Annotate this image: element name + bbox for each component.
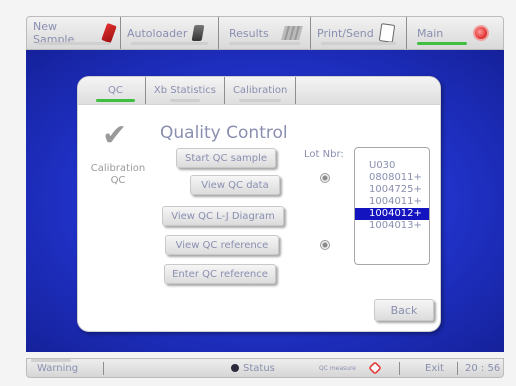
lot-radio-2[interactable] [320, 240, 330, 250]
view-qc-lj-diagram-button[interactable]: View QC L-J Diagram [162, 206, 284, 226]
nav-indicator [37, 42, 110, 45]
sample-tube-icon [101, 22, 117, 44]
nav-indicator-active [417, 42, 467, 45]
qc-measure-label: QC measure [319, 364, 356, 372]
tab-xb-statistics-label: Xb Statistics [153, 85, 216, 96]
nav-print-send[interactable]: Print/Send [311, 17, 407, 49]
tab-indicator-active [96, 99, 135, 102]
list-item[interactable]: U030 [355, 160, 429, 172]
tab-calibration[interactable]: Calibration [225, 77, 297, 104]
tab-calibration-label: Calibration [232, 85, 288, 96]
main-stop-icon [473, 25, 490, 41]
exit-button[interactable]: Exit [425, 359, 444, 377]
list-item[interactable]: 1004725+ [355, 184, 429, 196]
nav-autoloader-label: Autoloader [127, 26, 188, 40]
exit-label: Exit [425, 362, 444, 374]
nav-new-sample[interactable]: New Sample [27, 17, 121, 49]
divider [103, 362, 104, 375]
tab-indicator [169, 99, 200, 102]
section-label: Calibration QC [86, 163, 150, 187]
autoloader-icon [191, 25, 205, 41]
checkmark-icon: ✔ [102, 118, 128, 153]
nav-results[interactable]: Results [219, 17, 311, 49]
list-item[interactable]: 1004013+ [355, 220, 429, 232]
stop-button[interactable] [368, 359, 382, 377]
results-icon [280, 26, 303, 40]
warning-label: Warning [37, 362, 79, 374]
page-title: Quality Control [160, 123, 288, 143]
tab-qc-label: QC [108, 85, 123, 96]
divider [457, 362, 458, 375]
enter-qc-reference-button[interactable]: Enter QC reference [164, 264, 276, 284]
lot-number-label: Lot Nbr: [304, 149, 344, 160]
lot-radio-1[interactable] [320, 173, 330, 183]
clock: 20 : 56 [465, 359, 500, 377]
list-item-selected[interactable]: 1004012+ [355, 208, 429, 220]
section-label-line2: QC [110, 175, 126, 186]
divider [399, 362, 400, 375]
nav-main-label: Main [417, 26, 444, 40]
status-button[interactable]: Status [231, 359, 275, 377]
nav-indicator [321, 42, 396, 45]
top-navigation: New Sample Autoloader Results Print/Send… [26, 16, 504, 50]
qc-panel: QC Xb Statistics Calibration ✔ Calibrati… [77, 76, 441, 332]
nav-indicator [131, 42, 208, 45]
print-icon [378, 23, 395, 43]
start-qc-sample-button[interactable]: Start QC sample [176, 148, 276, 168]
view-qc-reference-button[interactable]: View QC reference [165, 235, 279, 255]
status-bar: Warning Status QC measure Exit 20 : 56 [26, 358, 504, 378]
nav-print-send-label: Print/Send [317, 26, 374, 40]
nav-results-label: Results [229, 26, 269, 40]
tab-xb-statistics[interactable]: Xb Statistics [146, 77, 225, 104]
nav-autoloader[interactable]: Autoloader [121, 17, 219, 49]
tab-indicator [238, 99, 282, 102]
tab-qc[interactable]: QC [86, 77, 146, 104]
clock-time: 20 : 56 [465, 362, 501, 374]
panel-tabs: QC Xb Statistics Calibration [78, 77, 440, 105]
status-label: Status [243, 362, 275, 374]
back-button[interactable]: Back [374, 299, 434, 321]
section-label-line1: Calibration [90, 163, 146, 174]
lot-number-list[interactable]: U030 0808011+ 1004725+ 1004011+ 1004012+… [354, 147, 430, 265]
stop-icon [368, 361, 382, 375]
list-item[interactable]: 0808011+ [355, 172, 429, 184]
status-dot-icon [231, 364, 239, 372]
warning-button[interactable]: Warning [37, 359, 78, 377]
list-item[interactable]: 1004011+ [355, 196, 429, 208]
qc-measure-indicator: QC measure [319, 359, 356, 377]
nav-indicator [229, 42, 300, 45]
nav-main[interactable]: Main [407, 17, 503, 49]
view-qc-data-button[interactable]: View QC data [190, 175, 280, 195]
